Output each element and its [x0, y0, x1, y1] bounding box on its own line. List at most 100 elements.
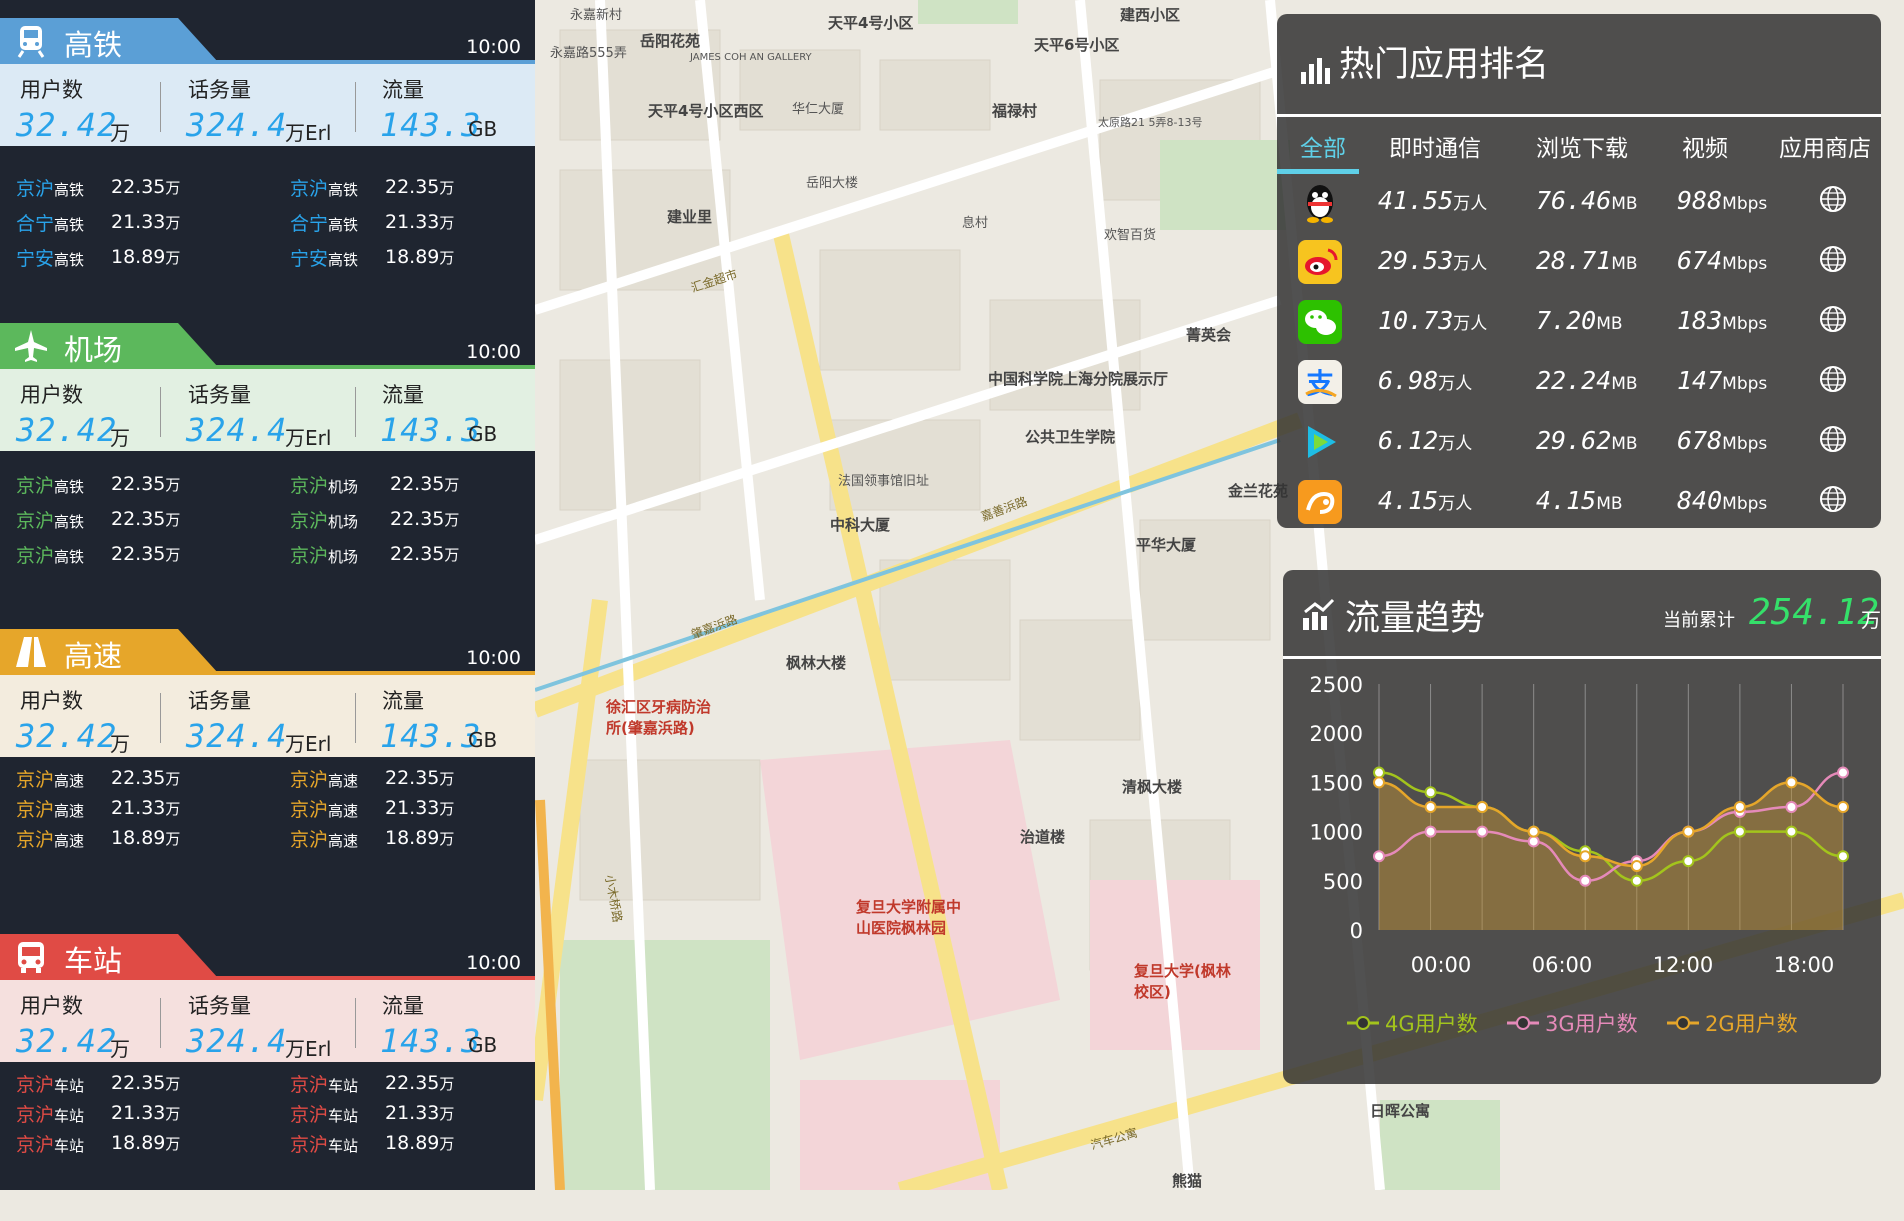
flow-unit: GB [468, 1033, 498, 1057]
hotspot-row[interactable]: 京沪车站 18.89万 [290, 1130, 454, 1157]
hotspot-row[interactable]: 京沪车站 18.89万 [16, 1130, 180, 1157]
traffic-unit: 万Erl [285, 426, 332, 450]
app-size: 4.15MB [1536, 486, 1623, 515]
hotspot-row[interactable]: 宁安高铁 18.89万 [16, 244, 180, 271]
video-play-icon [1298, 420, 1342, 464]
hotspot-row[interactable]: 京沪高速 21.33万 [290, 795, 454, 822]
map-label: 太原路21 5弄8-13号 [1098, 116, 1203, 129]
traffic-unit: 万Erl [285, 121, 332, 145]
hotspot-row[interactable]: 合宁高铁 21.33万 [16, 209, 180, 236]
tab-app-store[interactable]: 应用商店 [1779, 129, 1871, 163]
tab-browse-download[interactable]: 浏览下载 [1536, 129, 1628, 163]
app-users-value: 41.55 [1378, 186, 1454, 215]
app-rank-row[interactable]: 支 6.98万人 22.24MB 147Mbps [1277, 354, 1881, 414]
section-header: 高铁 10:00 [0, 0, 535, 64]
app-users-unit: 万人 [1453, 194, 1488, 214]
route-users-unit: 万 [165, 1075, 181, 1093]
route-users: 18.89万 [385, 246, 454, 268]
route-users: 22.35万 [111, 508, 180, 530]
route-users-unit: 万 [165, 511, 181, 529]
hotspot-row[interactable]: 京沪机场 22.35万 [290, 506, 459, 533]
data-point [1837, 766, 1849, 779]
hotspot-row[interactable]: 京沪车站 22.35万 [290, 1070, 454, 1097]
hotspot-row[interactable]: 京沪机场 22.35万 [290, 471, 459, 498]
hotspot-row[interactable]: 京沪机场 22.35万 [290, 541, 459, 568]
y-tick-label: 2000 [1310, 722, 1363, 746]
hotspot-row[interactable]: 京沪车站 21.33万 [16, 1100, 180, 1127]
traffic-label: 话务量 [188, 994, 251, 1018]
route-users-unit: 万 [439, 179, 455, 197]
app-size-value: 29.62 [1536, 426, 1612, 455]
hotspot-row[interactable]: 京沪高速 22.35万 [290, 765, 454, 792]
hotspot-row[interactable]: 京沪高铁 22.35万 [16, 506, 180, 533]
route-type: 高铁 [54, 181, 85, 199]
globe-icon[interactable] [1818, 184, 1848, 214]
globe-icon[interactable] [1818, 424, 1848, 454]
route-users: 21.33万 [385, 1102, 454, 1124]
section-time: 10:00 [466, 36, 521, 58]
map-label: 福禄村 [992, 102, 1038, 120]
current-total-label: 当前累计 [1663, 610, 1735, 631]
hotspot-row[interactable]: 京沪车站 22.35万 [16, 1070, 180, 1097]
app-rank-row[interactable]: 4.15万人 4.15MB 840Mbps [1277, 474, 1881, 534]
route-users-value: 22.35 [390, 543, 445, 565]
route-users-unit: 万 [439, 1075, 455, 1093]
globe-icon[interactable] [1818, 244, 1848, 274]
users-label: 用户数 [20, 383, 83, 407]
globe-icon[interactable] [1818, 304, 1848, 334]
legend-marker [1356, 1016, 1370, 1030]
route-users-value: 18.89 [385, 827, 440, 849]
hotspot-row[interactable]: 京沪高铁 22.35万 [16, 471, 180, 498]
app-speed-value: 840 [1677, 486, 1723, 515]
bus-icon [14, 940, 48, 974]
highway-icon [14, 635, 48, 669]
route-users: 18.89万 [111, 827, 180, 849]
globe-icon[interactable] [1818, 484, 1848, 514]
route-type: 高速 [54, 802, 85, 820]
section-stats: 用户数 32.42 万 话务量 324.4 万Erl 流量 143.3 GB [0, 64, 535, 146]
hotspot-row[interactable]: 合宁高铁 21.33万 [290, 209, 454, 236]
flow-label: 流量 [382, 689, 424, 713]
app-rank-row[interactable]: 29.53万人 28.71MB 674Mbps [1277, 234, 1881, 294]
hotspot-row[interactable]: 京沪高速 18.89万 [16, 825, 180, 852]
app-speed: 147Mbps [1677, 366, 1767, 395]
hotspot-row[interactable]: 宁安高铁 18.89万 [290, 244, 454, 271]
route-name: 京沪 [290, 829, 329, 851]
section-time: 10:00 [466, 341, 521, 363]
route-users-value: 22.35 [390, 473, 445, 495]
hotspot-row[interactable]: 京沪高速 22.35万 [16, 765, 180, 792]
app-size-value: 76.46 [1536, 186, 1612, 215]
uc-browser-icon [1298, 480, 1342, 524]
map-label: 清枫大楼 [1122, 778, 1183, 796]
section-title: 车站 [64, 944, 123, 978]
route-users-value: 21.33 [111, 797, 166, 819]
route-name: 京沪 [290, 475, 329, 497]
route-users: 18.89万 [385, 827, 454, 849]
hotspot-row[interactable]: 京沪高铁 22.35万 [16, 541, 180, 568]
route-name: 京沪 [16, 510, 55, 532]
tab-all[interactable]: 全部 [1300, 129, 1346, 163]
hotspot-row[interactable]: 京沪高铁 22.35万 [16, 174, 180, 201]
app-size-unit: MB [1611, 254, 1638, 274]
app-rank-row[interactable]: 41.55万人 76.46MB 988Mbps [1277, 174, 1881, 234]
map-label: 复旦大学(枫林校区) [1134, 962, 1231, 1001]
tab-im[interactable]: 即时通信 [1389, 129, 1481, 163]
map-label: 日晖公寓 [1370, 1102, 1431, 1120]
tab-video[interactable]: 视频 [1682, 129, 1728, 163]
stat-divider [160, 998, 161, 1048]
app-size-unit: MB [1611, 434, 1638, 454]
y-tick-label: 0 [1350, 919, 1363, 943]
route-users-value: 22.35 [111, 473, 166, 495]
map-label: JAMES COH AN GALLERY [690, 52, 812, 63]
route-name: 宁安 [290, 248, 329, 270]
hotspot-row[interactable]: 京沪车站 21.33万 [290, 1100, 454, 1127]
map-label: 中国科学院上海分院展示厅 [988, 370, 1169, 388]
hotspot-row[interactable]: 京沪高速 18.89万 [290, 825, 454, 852]
app-rank-row[interactable]: 10.73万人 7.20MB 183Mbps [1277, 294, 1881, 354]
hotspot-row[interactable]: 京沪高铁 22.35万 [290, 174, 454, 201]
globe-icon[interactable] [1818, 364, 1848, 394]
traffic-trend-chart[interactable]: 0 500 1000 1500 2000 2500 00:00 06:00 12:00 18:00… [1283, 660, 1881, 1084]
app-rank-row[interactable]: 6.12万人 29.62MB 678Mbps [1277, 414, 1881, 474]
hotspot-row[interactable]: 京沪高速 21.33万 [16, 795, 180, 822]
map-label: 天平4号小区西区 [648, 102, 764, 120]
